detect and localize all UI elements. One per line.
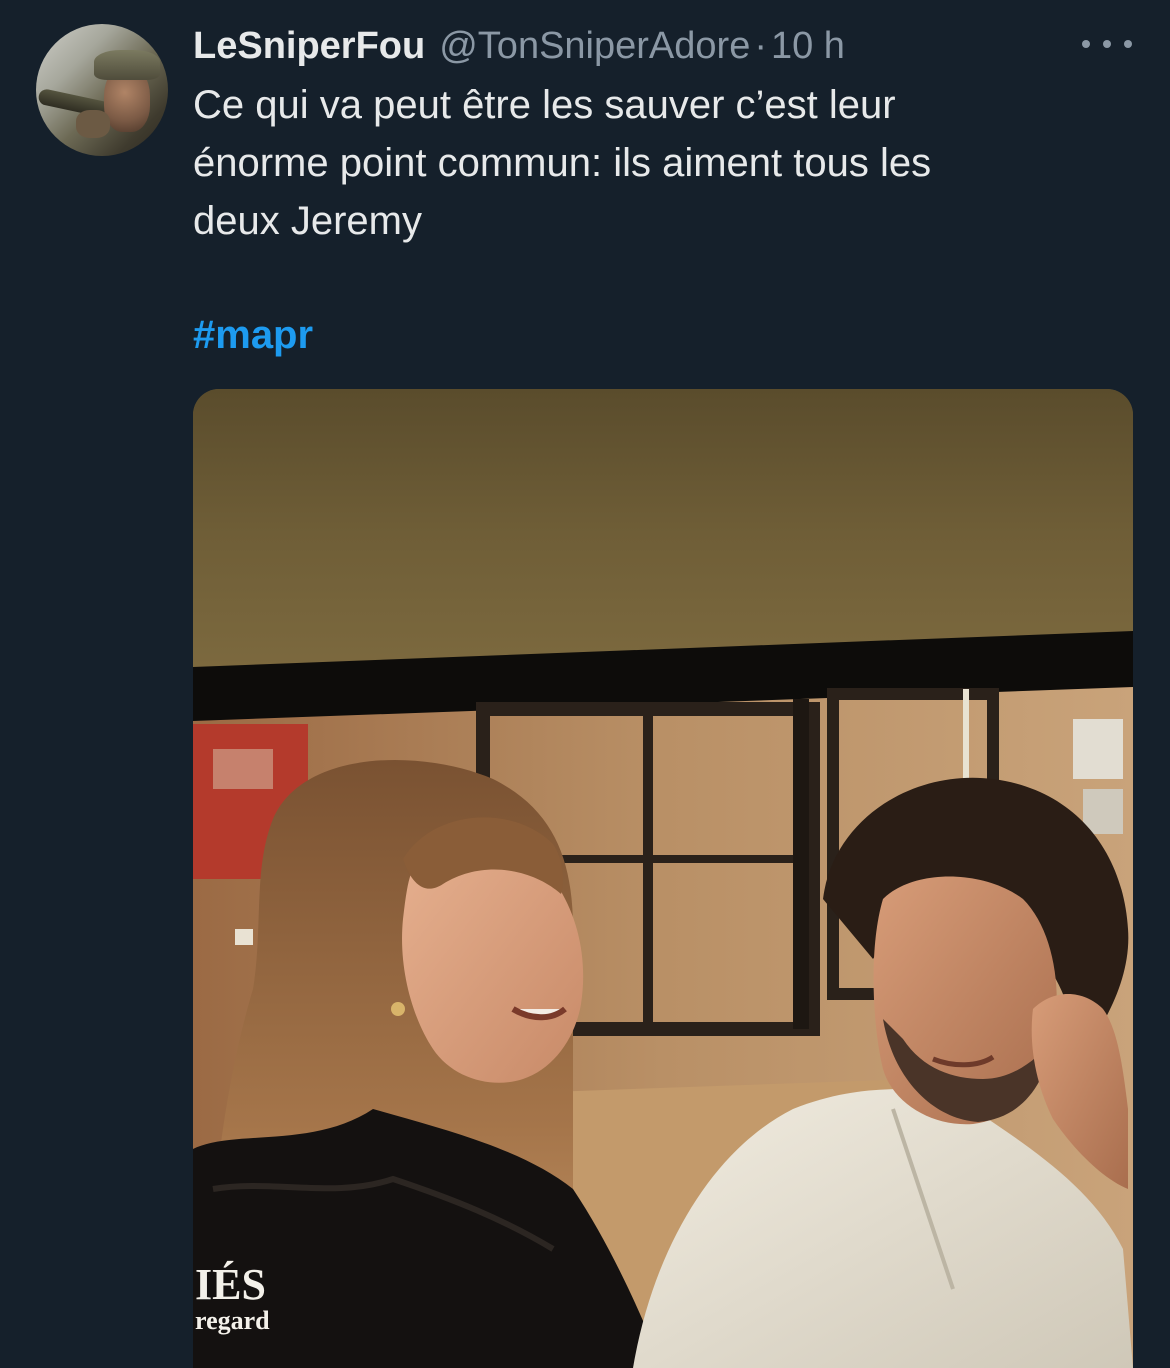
tweet-text-line: énorme point commun: ils aiment tous les [193, 141, 932, 185]
wall-background [193, 389, 1133, 679]
avatar-hand-shape [76, 110, 110, 138]
tweet-text: Ce qui va peut être les sauver c’est leu… [193, 76, 1093, 250]
hashtag-link[interactable]: #mapr [193, 306, 313, 364]
tweet-media-image[interactable]: IÉS regard [193, 389, 1133, 1368]
user-handle[interactable]: @TonSniperAdore [439, 25, 750, 68]
more-dot [1103, 40, 1111, 48]
more-horizontal-icon[interactable] [1082, 30, 1132, 58]
tweet-timestamp[interactable]: 10 h [771, 25, 845, 68]
avatar-cap-shape [94, 50, 160, 80]
header-separator: · [754, 24, 767, 67]
more-dot [1082, 40, 1090, 48]
tweet-text-line: Ce qui va peut être les sauver c’est leu… [193, 83, 896, 127]
display-name[interactable]: LeSniperFou [193, 25, 425, 68]
tweet-header: LeSniperFou @TonSniperAdore · 10 h [193, 20, 845, 72]
user-avatar[interactable] [36, 24, 168, 156]
media-overlay-text-sub: regard [195, 1306, 270, 1335]
more-dot [1124, 40, 1132, 48]
media-overlay-text-main: IÉS [195, 1260, 266, 1309]
tweet-text-line: deux Jeremy [193, 199, 422, 243]
